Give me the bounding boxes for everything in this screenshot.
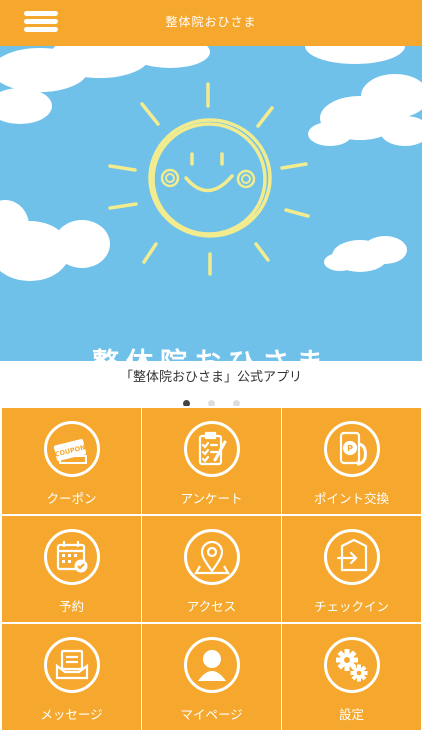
menu-tile-coupon[interactable]: COUPON クーポン: [2, 408, 141, 514]
menu-tile-settings[interactable]: 設定: [282, 624, 421, 730]
menu-label-access: アクセス: [186, 599, 237, 614]
hero-banner[interactable]: 整体院おひさま: [0, 46, 422, 361]
menu-label-settings: 設定: [338, 707, 364, 722]
menu-label-reserve: 予約: [58, 599, 84, 614]
menu-label-message: メッセージ: [40, 707, 103, 722]
banner-caption: 「整体院おひさま」公式アプリ: [119, 370, 302, 385]
menu-tile-message[interactable]: メッセージ: [2, 624, 141, 730]
svg-text:P: P: [347, 444, 353, 453]
menu-label-checkin: チェックイン: [313, 599, 389, 614]
clipboard-survey-icon: [184, 421, 240, 477]
menu-label-mypage: マイページ: [180, 707, 243, 722]
menu-tile-survey[interactable]: アンケート: [142, 408, 281, 514]
point-exchange-phone-icon: P: [324, 421, 380, 477]
banner-title: 整体院おひさま: [0, 341, 422, 361]
sun-illustration: [0, 46, 422, 281]
menu-tile-checkin[interactable]: チェックイン: [282, 516, 421, 622]
coupon-icon: COUPON: [44, 421, 100, 477]
menu-label-survey: アンケート: [180, 491, 243, 506]
map-pin-icon: [184, 529, 240, 585]
menu-grid: COUPON クーポン アンケート P ポイント交換 予約 アクセス チェックイ…: [0, 406, 422, 750]
menu-tile-points[interactable]: P ポイント交換: [282, 408, 421, 514]
checkin-door-icon: [324, 529, 380, 585]
top-app-bar: 整体院おひさま: [0, 0, 422, 46]
user-profile-icon: [184, 637, 240, 693]
app-title: 整体院おひさま: [165, 15, 257, 29]
calendar-check-icon: [44, 529, 100, 585]
menu-tile-mypage[interactable]: マイページ: [142, 624, 281, 730]
gear-settings-icon: [324, 637, 380, 693]
menu-label-coupon: クーポン: [46, 491, 97, 506]
menu-label-points: ポイント交換: [313, 491, 389, 506]
menu-tile-reserve[interactable]: 予約: [2, 516, 141, 622]
message-inbox-icon: [44, 637, 100, 693]
menu-tile-access[interactable]: アクセス: [142, 516, 281, 622]
